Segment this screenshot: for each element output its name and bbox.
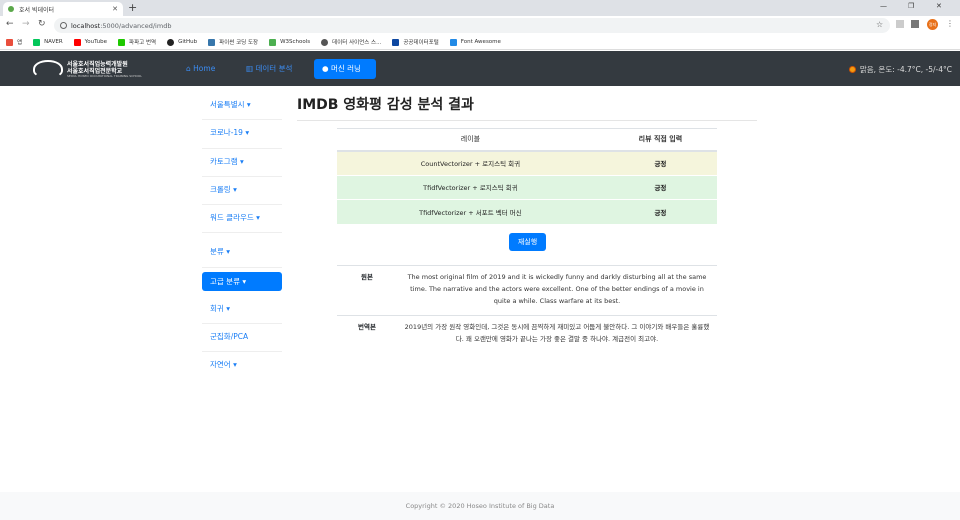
- bookmark-papago[interactable]: 파파고 번역: [118, 38, 156, 46]
- font-awesome-icon: [449, 38, 457, 46]
- bookmark-w3schools[interactable]: W3Schools: [269, 38, 310, 46]
- youtube-icon: [73, 38, 81, 46]
- sentiment-result: 긍정: [603, 199, 717, 224]
- bookmark-github[interactable]: GitHub: [167, 38, 197, 46]
- results-table: 레이블 리뷰 직접 입력 CountVectorizer + 로지스틱 회귀 긍…: [337, 128, 717, 224]
- translation-label: 번역본: [337, 315, 397, 353]
- main-content: IMDB 영화평 감성 분석 결과 레이블 리뷰 직접 입력 CountVect…: [297, 94, 757, 353]
- bookmark-apps[interactable]: 앱: [6, 38, 22, 46]
- table-row: CountVectorizer + 로지스틱 회귀 긍정: [337, 150, 717, 175]
- site-navbar: 서울호서직업능력개발원 서울호서직업전문학교 SEOUL HOSEO OCCUP…: [0, 51, 960, 86]
- table-row: 번역본 2019년의 가장 원작 영화인데, 그것은 동시에 끔찍하게 재미있고…: [337, 315, 717, 353]
- sidebar-item-crawling[interactable]: 크롤링 ▾: [202, 177, 282, 206]
- tab-title: 호서 빅데이터: [19, 6, 55, 14]
- bookmark-naver[interactable]: NAVER: [33, 38, 63, 46]
- sidebar-item-nlp[interactable]: 자연어 ▾: [202, 352, 282, 380]
- sidebar-item-classification[interactable]: 분류 ▾: [202, 239, 282, 268]
- url-host: localhost: [71, 21, 101, 30]
- bookmark-font-awesome[interactable]: Font Awesome: [449, 38, 501, 46]
- close-window-icon[interactable]: ✕: [936, 2, 942, 10]
- naver-icon: [33, 38, 41, 46]
- sidebar-item-cartogram[interactable]: 카토그램 ▾: [202, 149, 282, 177]
- column-header-review: 리뷰 직접 입력: [603, 128, 717, 152]
- profile-avatar[interactable]: 정지: [927, 19, 938, 30]
- sentiment-result: 긍정: [603, 150, 717, 175]
- browser-menu-icon[interactable]: ⋮: [946, 19, 954, 28]
- address-bar-row: ← → ↻ localhost:5000/advanced/imdb ☆ 정지 …: [0, 16, 960, 35]
- page-title: IMDB 영화평 감성 분석 결과: [297, 94, 757, 121]
- translated-review-text: 2019년의 가장 원작 영화인데, 그것은 동시에 끔찍하게 재미있고 어둡게…: [397, 315, 717, 353]
- maximize-icon[interactable]: ❐: [908, 2, 914, 10]
- minimize-icon[interactable]: —: [880, 2, 887, 10]
- browser-tab[interactable]: 호서 빅데이터 ✕: [3, 2, 123, 16]
- site-info-icon[interactable]: [60, 22, 67, 29]
- weather-status: 맑음, 온도: -4.7°C, -5/-4°C: [848, 64, 952, 75]
- nav-machine-learning[interactable]: ● 머신 러닝: [314, 59, 376, 79]
- sidebar-item-covid19[interactable]: 코로나-19 ▾: [202, 120, 282, 149]
- table-row: 원본 The most original film of 2019 and it…: [337, 265, 717, 316]
- new-tab-button[interactable]: +: [128, 1, 137, 15]
- original-review-text: The most original film of 2019 and it is…: [397, 265, 717, 316]
- rerun-button[interactable]: 재실행: [509, 233, 546, 251]
- reload-icon[interactable]: ↻: [38, 19, 46, 29]
- sidebar-item-clustering-pca[interactable]: 군집화/PCA: [202, 324, 282, 353]
- footer: Copyright © 2020 Hoseo Institute of Big …: [0, 492, 960, 520]
- review-text-table: 원본 The most original film of 2019 and it…: [337, 265, 717, 353]
- bookmark-star-icon[interactable]: ☆: [876, 20, 883, 29]
- bookmark-python-dojang[interactable]: 파이썬 코딩 도장: [208, 38, 258, 46]
- bookmarks-bar: 앱 NAVER YouTube 파파고 번역 GitHub 파이썬 코딩 도장 …: [0, 35, 960, 50]
- model-label: TfidfVectorizer + 로지스틱 회귀: [337, 174, 604, 200]
- url-input[interactable]: localhost:5000/advanced/imdb: [54, 18, 890, 33]
- globe-icon: [321, 38, 329, 46]
- sidebar-item-advanced-classification[interactable]: 고급 분류 ▾: [202, 271, 282, 291]
- table-row: TfidfVectorizer + 로지스틱 회귀 긍정: [337, 174, 717, 200]
- model-label: TfidfVectorizer + 서포트 벡터 머신: [337, 199, 604, 224]
- papago-icon: [118, 38, 126, 46]
- sidebar-item-regression[interactable]: 회귀 ▾: [202, 296, 282, 325]
- browser-tab-bar: 호서 빅데이터 ✕ + — ❐ ✕: [0, 0, 960, 16]
- back-icon[interactable]: ←: [6, 19, 14, 29]
- site-logo[interactable]: 서울호서직업능력개발원 서울호서직업전문학교 SEOUL HOSEO OCCUP…: [33, 58, 142, 80]
- puzzle-icon[interactable]: [911, 20, 919, 28]
- sun-icon: [848, 66, 856, 73]
- github-icon: [167, 38, 175, 46]
- extension-icon[interactable]: [896, 20, 904, 28]
- nav-home[interactable]: ⌂ Home: [178, 60, 223, 78]
- data-portal-icon: [392, 38, 400, 46]
- sidebar: 서울특별시 ▾ 코로나-19 ▾ 카토그램 ▾ 크롤링 ▾ 워드 클라우드 ▾ …: [202, 92, 282, 381]
- sentiment-result: 긍정: [603, 174, 717, 200]
- w3schools-icon: [269, 38, 277, 46]
- python-icon: [208, 38, 216, 46]
- nav-data-analysis[interactable]: ▥ 데이터 분석: [238, 60, 300, 78]
- bookmark-youtube[interactable]: YouTube: [73, 38, 107, 46]
- close-tab-icon[interactable]: ✕: [112, 5, 118, 13]
- forward-icon[interactable]: →: [22, 19, 30, 29]
- logo-mountain-icon: [33, 60, 63, 78]
- bookmark-datascience[interactable]: 데이터 사이언스 스...: [321, 38, 381, 46]
- original-label: 원본: [337, 265, 397, 316]
- table-row: TfidfVectorizer + 서포트 벡터 머신 긍정: [337, 199, 717, 224]
- column-header-label: 레이블: [337, 128, 604, 152]
- sidebar-item-wordcloud[interactable]: 워드 클라우드 ▾: [202, 205, 282, 234]
- bookmark-data-portal[interactable]: 공공데이터포털: [392, 38, 439, 46]
- url-path: :5000/advanced/imdb: [100, 21, 172, 30]
- favicon-icon: [8, 6, 14, 12]
- apps-icon: [6, 38, 13, 46]
- sidebar-item-seoul[interactable]: 서울특별시 ▾: [202, 92, 282, 121]
- model-label: CountVectorizer + 로지스틱 회귀: [337, 150, 604, 175]
